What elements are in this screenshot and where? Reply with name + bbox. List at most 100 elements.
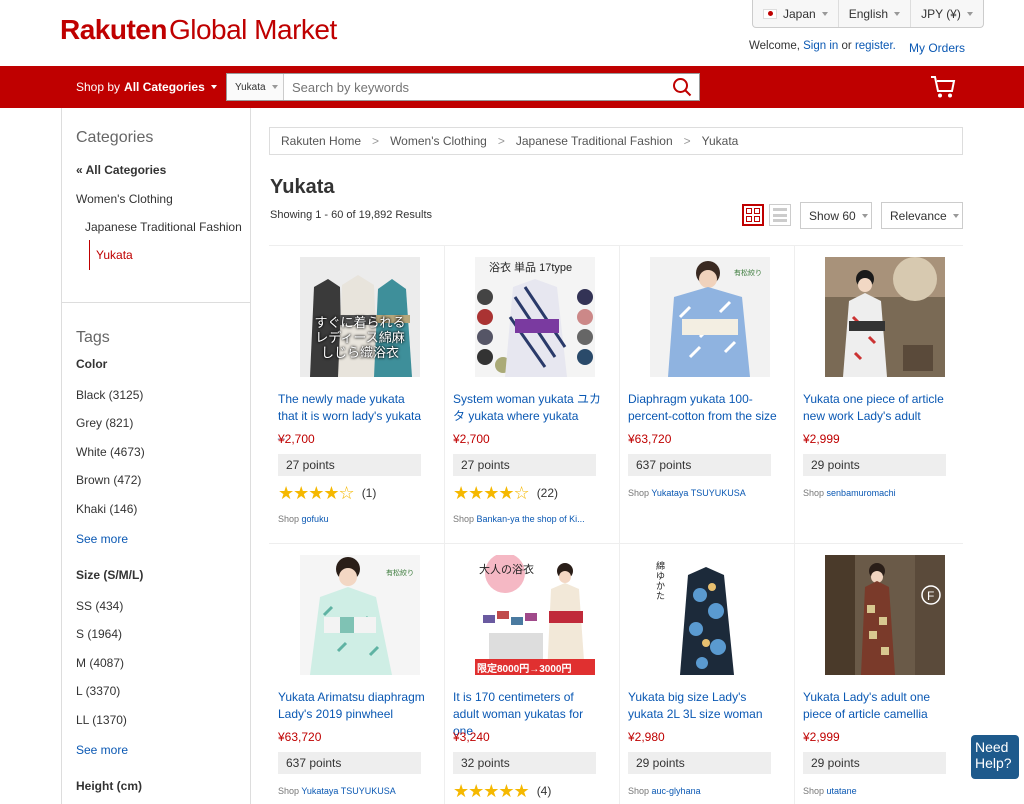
shop-prefix: Shop xyxy=(803,786,825,796)
product-card[interactable]: すぐに着られる レディース綿麻 しじら織浴衣 The newly made yu… xyxy=(270,246,445,543)
see-more-colors-link[interactable]: See more xyxy=(76,532,128,546)
shop-link[interactable]: Yukataya TSUYUKUSA xyxy=(651,488,745,498)
shop-by-label: Shop by xyxy=(76,80,121,94)
product-image-text: 浴衣 単品 17type xyxy=(489,262,573,274)
product-title[interactable]: Yukata Arimatsu diaphragm Lady's 2019 pi… xyxy=(278,689,428,723)
page-title: Yukata xyxy=(270,176,335,198)
shop-prefix: Shop xyxy=(278,786,300,796)
sort-select[interactable]: Relevance xyxy=(881,202,963,229)
product-image-text: 綿ゆかた xyxy=(656,561,666,601)
product-shop: Shop Yukataya TSUYUKUSA xyxy=(628,488,746,498)
breadcrumb-item-womens[interactable]: Women's Clothing xyxy=(390,134,487,148)
product-card[interactable]: F Yukata Lady's adult one piece of artic… xyxy=(795,544,970,804)
product-title[interactable]: Yukata big size Lady's yukata 2L 3L size… xyxy=(628,689,778,723)
product-image[interactable] xyxy=(825,257,945,377)
search-category-select[interactable]: Yukata xyxy=(227,74,284,100)
product-price: ¥2,999 xyxy=(803,730,840,744)
show-count-select[interactable]: Show 60 xyxy=(800,202,872,229)
product-points: 29 points xyxy=(628,752,771,774)
svg-text:F: F xyxy=(927,589,934,603)
shop-link[interactable]: gofuku xyxy=(302,514,329,524)
currency-label: JPY (¥) xyxy=(921,6,961,21)
product-points: 637 points xyxy=(628,454,771,476)
product-title[interactable]: System woman yukata ユカタ yukata where yuk… xyxy=(453,391,603,425)
shop-link[interactable]: auc-glyhana xyxy=(652,786,701,796)
product-price: ¥3,240 xyxy=(453,730,490,744)
sidebar-item-womens-clothing[interactable]: Women's Clothing xyxy=(76,192,173,206)
sidebar-item-all-categories[interactable]: « All Categories xyxy=(76,163,166,177)
product-title[interactable]: Yukata Lady's adult one piece of article… xyxy=(803,689,953,723)
product-title[interactable]: Diaphragm yukata 100-percent-cotton from… xyxy=(628,391,778,425)
product-image[interactable]: すぐに着られる レディース綿麻 しじら織浴衣 xyxy=(300,257,420,377)
rakuten-logo[interactable]: Rakuten Global Market xyxy=(60,14,337,46)
welcome-text: Welcome, Sign in or register. xyxy=(749,40,896,52)
product-rating[interactable]: ★★★★☆ (1) xyxy=(278,484,376,502)
language-select[interactable]: English xyxy=(839,0,912,27)
product-rating[interactable]: ★★★★★ (4) xyxy=(453,782,551,800)
product-rating[interactable]: ★★★★☆ (22) xyxy=(453,484,558,502)
filter-size[interactable]: L (3370) xyxy=(76,684,120,698)
filter-color[interactable]: Khaki (146) xyxy=(76,502,137,516)
divider xyxy=(62,302,250,303)
need-help-button[interactable]: Need Help? xyxy=(971,735,1019,779)
product-image[interactable]: 有松絞り xyxy=(300,555,420,675)
product-card[interactable]: Yukata one piece of article new work Lad… xyxy=(795,246,970,543)
my-orders-link[interactable]: My Orders xyxy=(909,41,965,55)
product-card[interactable]: 大人の浴衣 限定8000円→3000円 It is 170 centimeter… xyxy=(445,544,620,804)
currency-select[interactable]: JPY (¥) xyxy=(911,0,983,27)
product-price: ¥63,720 xyxy=(628,432,672,446)
filter-size[interactable]: LL (1370) xyxy=(76,713,127,727)
shop-link[interactable]: utatane xyxy=(827,786,857,796)
sidebar-item-yukata[interactable]: Yukata xyxy=(89,240,133,270)
product-shop: Shop Yukataya TSUYUKUSA xyxy=(278,786,396,796)
filter-size[interactable]: S (1964) xyxy=(76,627,122,641)
product-image[interactable]: 綿ゆかた xyxy=(650,555,770,675)
product-image[interactable]: F xyxy=(825,555,945,675)
promo-badge: 限定8000円→3000円 xyxy=(477,664,572,675)
country-select[interactable]: Japan xyxy=(753,0,839,27)
or-text: or xyxy=(841,40,852,52)
product-image[interactable]: 有松絞り xyxy=(650,257,770,377)
search-input[interactable] xyxy=(284,74,665,100)
filter-color[interactable]: Grey (821) xyxy=(76,416,133,430)
product-card[interactable]: 有松絞り Diaphragm yukata 100-percent-cotton… xyxy=(620,246,795,543)
breadcrumb-item-home[interactable]: Rakuten Home xyxy=(281,134,361,148)
chevron-down-icon xyxy=(894,11,901,16)
filter-color[interactable]: White (4673) xyxy=(76,445,145,459)
product-card[interactable]: 有松絞り Yukata Arimatsu diaphragm Lady's 20… xyxy=(270,544,445,804)
cart-icon[interactable] xyxy=(930,75,956,99)
register-link[interactable]: register. xyxy=(855,40,896,52)
grid-view-button[interactable] xyxy=(742,204,764,226)
breadcrumb-item-jtf[interactable]: Japanese Traditional Fashion xyxy=(516,134,673,148)
breadcrumb-separator: > xyxy=(497,134,505,148)
product-card[interactable]: 浴衣 単品 17type System woman yukata ユカタ yuk… xyxy=(445,246,620,543)
list-view-button[interactable] xyxy=(769,204,791,226)
sidebar-item-japanese-traditional-fashion[interactable]: Japanese Traditional Fashion xyxy=(85,220,242,234)
product-image[interactable]: 大人の浴衣 限定8000円→3000円 xyxy=(475,555,595,675)
height-heading: Height (cm) xyxy=(76,779,142,793)
shop-link[interactable]: Bankan-ya the shop of Ki... xyxy=(477,514,585,524)
shop-prefix: Shop xyxy=(453,514,475,524)
shop-by-categories-button[interactable]: Shop by All Categories xyxy=(76,80,217,94)
product-shop: Shop Bankan-ya the shop of Ki... xyxy=(453,514,585,524)
see-more-sizes-link[interactable]: See more xyxy=(76,743,128,757)
product-card[interactable]: 綿ゆかた Yukata big size Lady's yukata 2L 3L… xyxy=(620,544,795,804)
rating-count: (1) xyxy=(361,486,377,500)
filter-color[interactable]: Black (3125) xyxy=(76,388,143,402)
color-heading: Color xyxy=(76,357,108,371)
shop-link[interactable]: Yukataya TSUYUKUSA xyxy=(301,786,395,796)
product-title[interactable]: Yukata one piece of article new work Lad… xyxy=(803,391,953,425)
filter-color[interactable]: Brown (472) xyxy=(76,473,141,487)
star-rating-icon: ★★★★☆ xyxy=(278,483,355,503)
search-button[interactable] xyxy=(665,74,699,100)
chevron-down-icon xyxy=(821,11,828,16)
chevron-down-icon xyxy=(271,85,278,89)
rating-count: (22) xyxy=(536,486,559,500)
language-label: English xyxy=(848,6,889,21)
product-image-text: すぐに着られる レディース綿麻 しじら織浴衣 xyxy=(314,315,406,360)
filter-size[interactable]: M (4087) xyxy=(76,656,124,670)
filter-size[interactable]: SS (434) xyxy=(76,599,123,613)
sign-in-link[interactable]: Sign in xyxy=(803,40,838,52)
product-image[interactable]: 浴衣 単品 17type xyxy=(475,257,595,377)
shop-link[interactable]: senbamuromachi xyxy=(827,488,896,498)
